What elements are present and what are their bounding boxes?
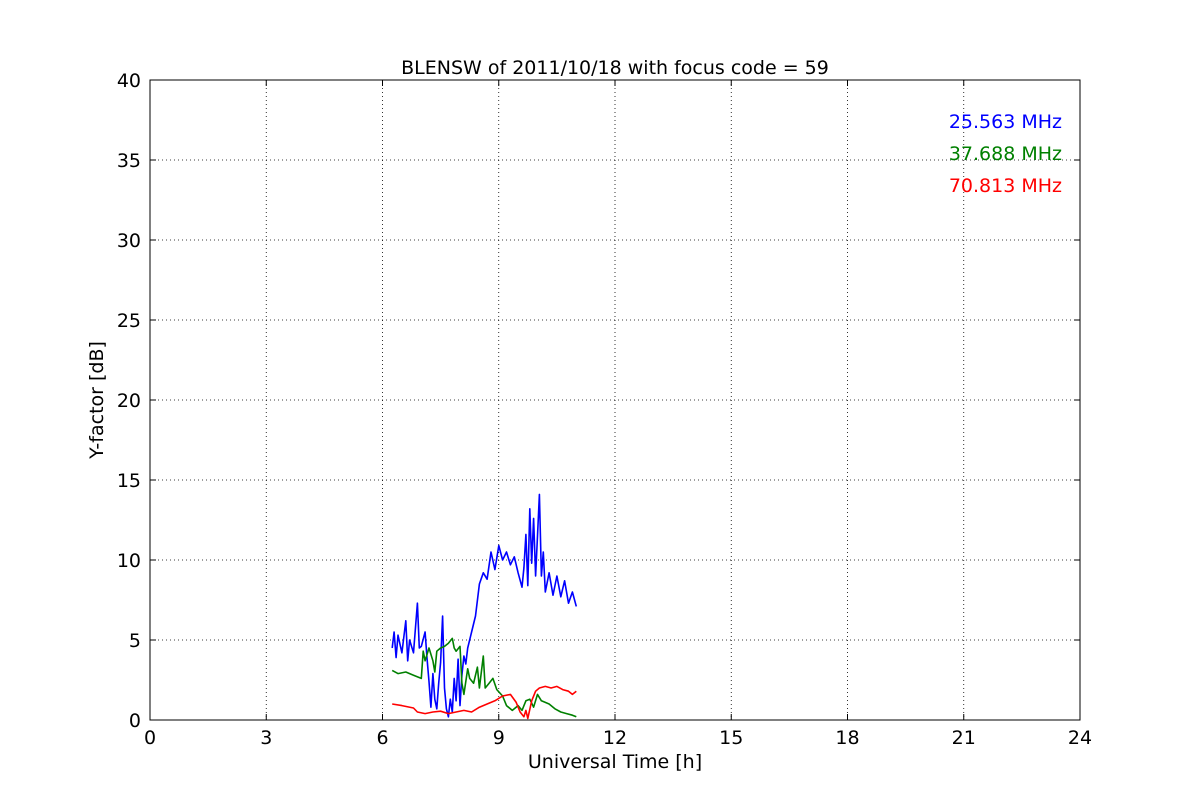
legend-entry-2: 70.813 MHz: [949, 175, 1062, 197]
y-tick-label: 30: [117, 230, 141, 252]
chart-title: BLENSW of 2011/10/18 with focus code = 5…: [401, 57, 829, 79]
y-tick-label: 20: [117, 390, 141, 412]
x-tick-label: 18: [835, 727, 859, 749]
chart: BLENSW of 2011/10/18 with focus code = 5…: [0, 0, 1200, 800]
x-tick-label: 24: [1068, 727, 1092, 749]
y-axis-label: Y-factor [dB]: [86, 341, 108, 460]
y-tick-label: 10: [117, 550, 141, 572]
x-tick-label: 6: [376, 727, 388, 749]
x-tick-label: 12: [603, 727, 627, 749]
y-tick-label: 0: [129, 710, 141, 732]
y-tick-label: 35: [117, 150, 141, 172]
legend-entry-1: 37.688 MHz: [949, 143, 1062, 165]
x-tick-label: 3: [260, 727, 272, 749]
x-tick-label: 9: [493, 727, 505, 749]
y-tick-label: 25: [117, 310, 141, 332]
x-tick-label: 21: [952, 727, 976, 749]
x-axis-label: Universal Time [h]: [528, 751, 702, 773]
y-tick-label: 15: [117, 470, 141, 492]
x-tick-label: 15: [719, 727, 743, 749]
legend: 25.563 MHz 37.688 MHz 70.813 MHz: [949, 111, 1062, 197]
y-tick-label: 40: [117, 70, 141, 92]
x-tick-label: 0: [144, 727, 156, 749]
y-tick-label: 5: [129, 630, 141, 652]
legend-entry-0: 25.563 MHz: [949, 111, 1062, 133]
